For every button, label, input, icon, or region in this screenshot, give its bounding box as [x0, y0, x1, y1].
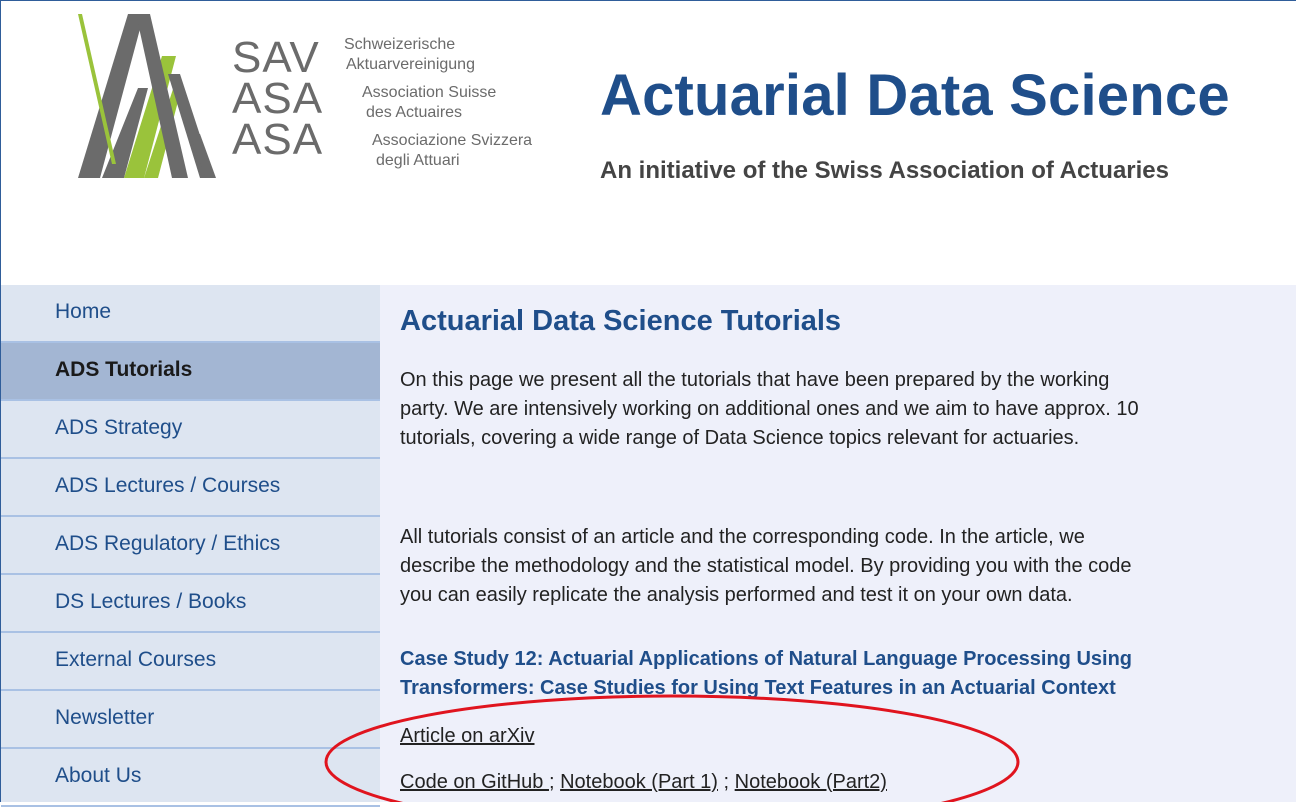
intro-line: On this page we present all the tutorial… [400, 369, 1110, 391]
sidebar-item-ds-lectures-books[interactable]: DS Lectures / Books [1, 575, 380, 633]
sidebar-item-home[interactable]: Home [1, 285, 380, 343]
sidebar-item-ads-lectures-courses[interactable]: ADS Lectures / Courses [1, 459, 380, 517]
page-title: Actuarial Data Science Tutorials [400, 305, 842, 337]
site-title: Actuarial Data Science [600, 63, 1230, 128]
description-paragraph: All tutorials consist of an article and … [400, 523, 1296, 610]
intro-paragraph: On this page we present all the tutorial… [400, 366, 1296, 453]
description-line: All tutorials consist of an article and … [400, 526, 1085, 548]
logo-name-de-1: Schweizerische [344, 36, 456, 53]
sidebar-item-ads-strategy[interactable]: ADS Strategy [1, 401, 380, 459]
intro-line: party. We are intensively working on add… [400, 398, 1139, 420]
sidebar-item-external-courses[interactable]: External Courses [1, 633, 380, 691]
logo-name-it-2: degli Attuari [376, 152, 460, 169]
logo-name-de-2: Aktuarvereinigung [346, 56, 475, 73]
case-study-title-line: Case Study 12: Actuarial Applications of… [400, 648, 1133, 670]
logo-abbr-sav: SAV [232, 33, 320, 82]
highlight-circle-annotation [324, 694, 1020, 802]
logo-name-fr-1: Association Suisse [362, 84, 497, 101]
logo-abbr-asa-it: ASA [232, 115, 324, 164]
description-line: describe the methodology and the statist… [400, 555, 1132, 577]
logo-abbreviations: SAV ASA ASA [232, 33, 324, 164]
logo-divider-icon [78, 14, 116, 164]
sidebar-item-ads-tutorials[interactable]: ADS Tutorials [1, 343, 380, 401]
intro-line: tutorials, covering a wide range of Data… [400, 427, 1080, 449]
description-line: you can easily replicate the analysis pe… [400, 584, 1073, 606]
sav-asa-logo[interactable]: SAV ASA ASA Schweizerische Aktuarvereini… [78, 14, 578, 184]
logo-name-it-1: Associazione Svizzera [372, 132, 533, 149]
logo-name-fr-2: des Actuaires [366, 104, 463, 121]
sidebar-item-ads-regulatory-ethics[interactable]: ADS Regulatory / Ethics [1, 517, 380, 575]
site-subtitle: An initiative of the Swiss Association o… [600, 157, 1170, 184]
logo-abbr-asa-fr: ASA [232, 74, 324, 123]
